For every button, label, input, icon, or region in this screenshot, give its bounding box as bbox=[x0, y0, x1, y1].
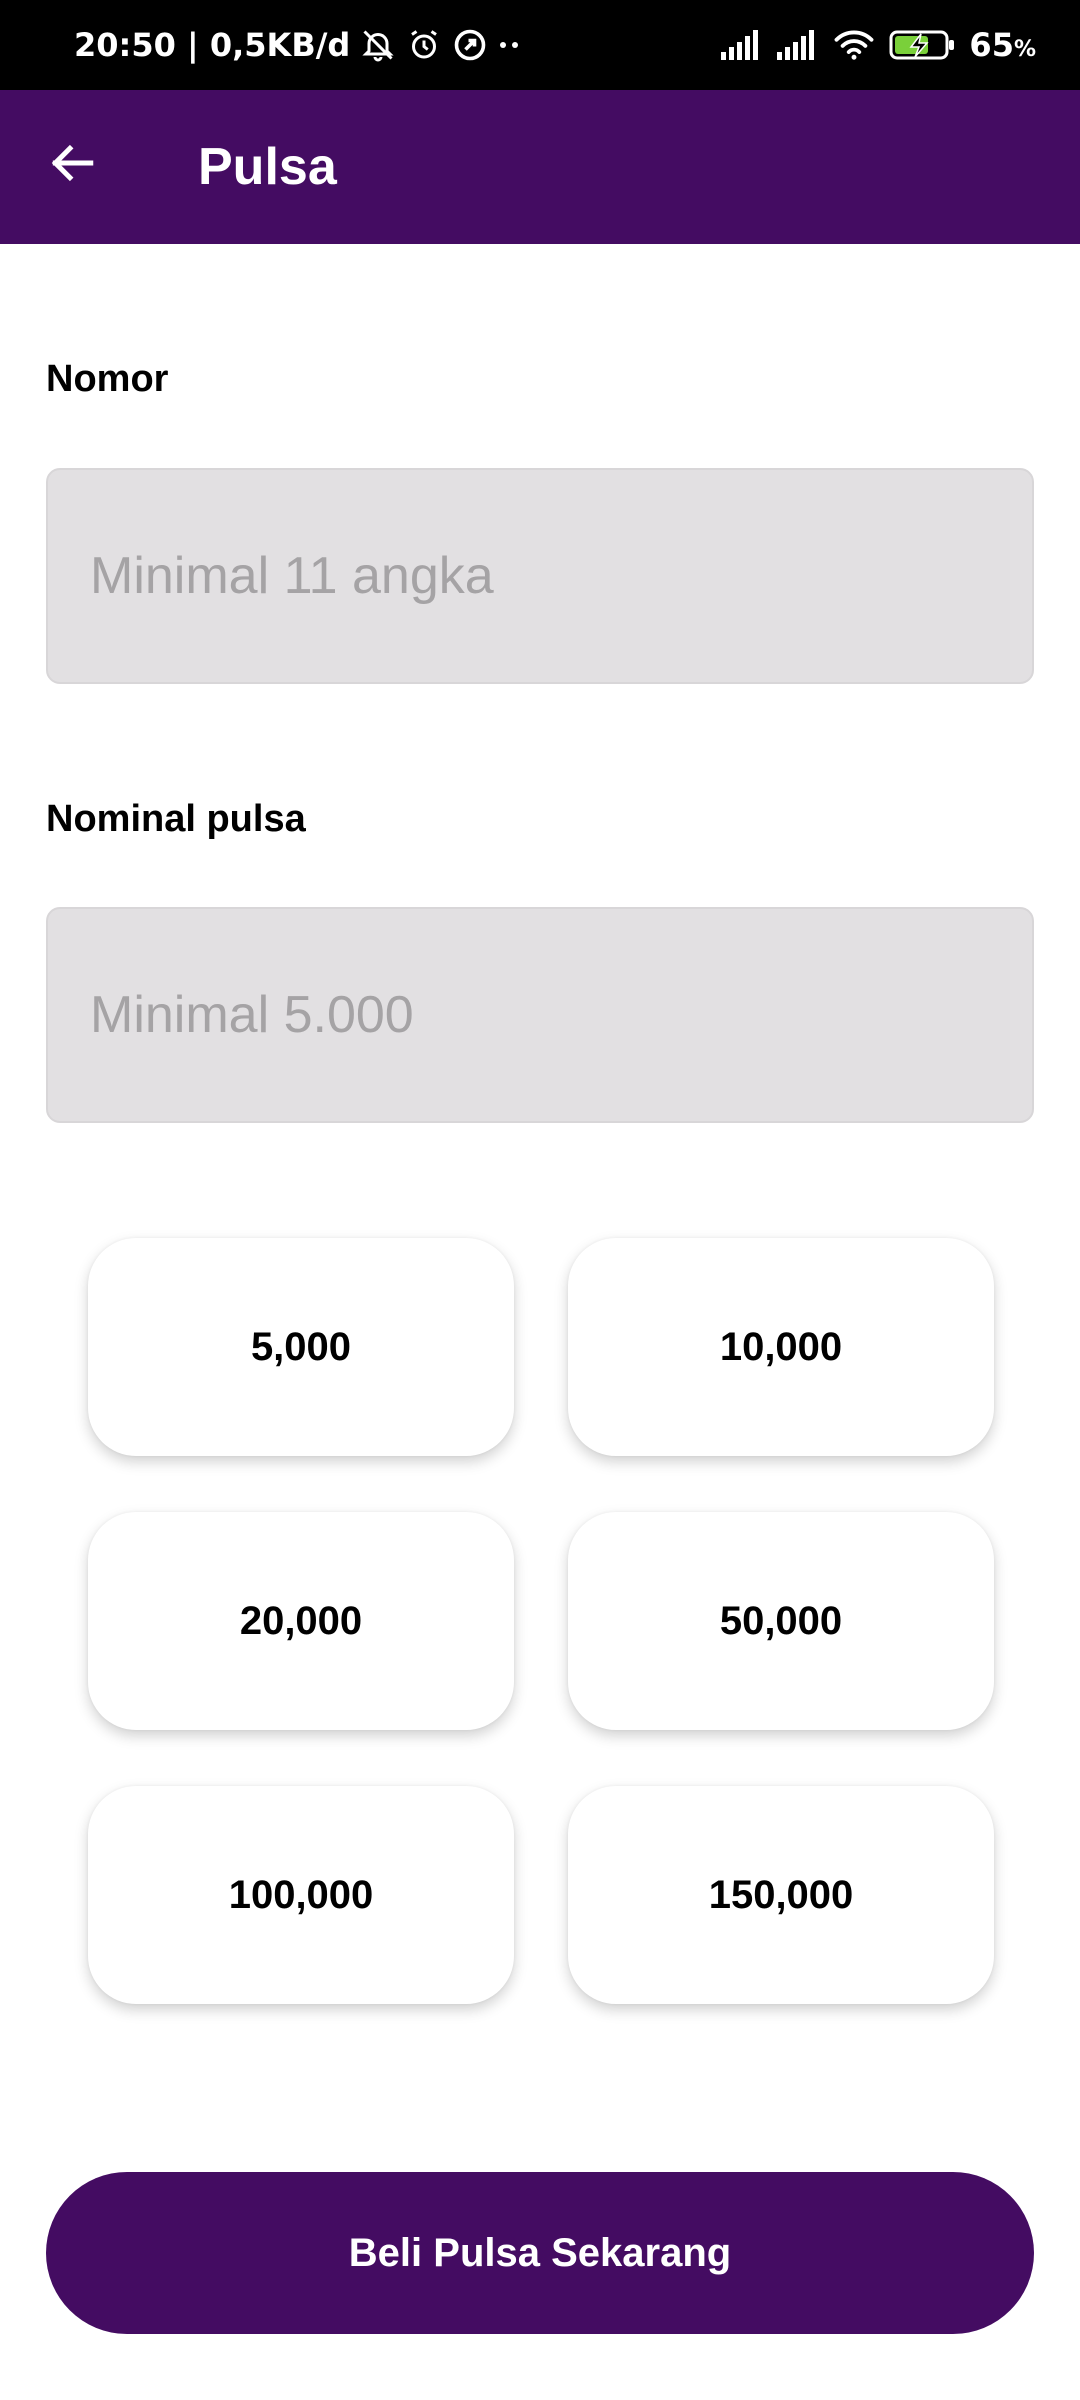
page-title: Pulsa bbox=[198, 138, 337, 196]
nominal-input[interactable] bbox=[46, 907, 1034, 1123]
nominal-option-5000[interactable]: 5,000 bbox=[88, 1238, 514, 1456]
arrow-back-icon bbox=[47, 138, 97, 193]
nominal-option-100000[interactable]: 100,000 bbox=[88, 1786, 514, 2004]
wifi-icon bbox=[833, 29, 875, 61]
phone-number-input[interactable] bbox=[46, 468, 1034, 684]
alarm-icon bbox=[406, 27, 442, 63]
signal-icon bbox=[721, 30, 763, 60]
nominal-option-50000[interactable]: 50,000 bbox=[568, 1512, 994, 1730]
back-button[interactable] bbox=[30, 123, 114, 207]
bell-muted-icon bbox=[360, 27, 396, 63]
signal-icon-secondary bbox=[777, 30, 819, 60]
nominal-label: Nominal pulsa bbox=[46, 798, 306, 840]
nominal-option-150000[interactable]: 150,000 bbox=[568, 1786, 994, 2004]
hotspot-icon bbox=[452, 27, 488, 63]
status-left: 20:50 | 0,5KB/d bbox=[74, 0, 522, 90]
nominal-option-10000[interactable]: 10,000 bbox=[568, 1238, 994, 1456]
number-label: Nomor bbox=[46, 358, 169, 400]
buy-pulsa-button[interactable]: Beli Pulsa Sekarang bbox=[46, 2172, 1034, 2334]
status-time-info: 20:50 | 0,5KB/d bbox=[74, 26, 351, 64]
status-right: 65% bbox=[721, 0, 1036, 90]
battery-percent-symbol: % bbox=[1013, 37, 1036, 62]
battery-charging-icon bbox=[889, 29, 955, 61]
more-notifications-icon bbox=[498, 40, 522, 50]
battery-percent: 65% bbox=[969, 26, 1036, 64]
nominal-option-20000[interactable]: 20,000 bbox=[88, 1512, 514, 1730]
app-bar: Pulsa bbox=[0, 90, 1080, 244]
status-bar: 20:50 | 0,5KB/d 65% bbox=[0, 0, 1080, 90]
